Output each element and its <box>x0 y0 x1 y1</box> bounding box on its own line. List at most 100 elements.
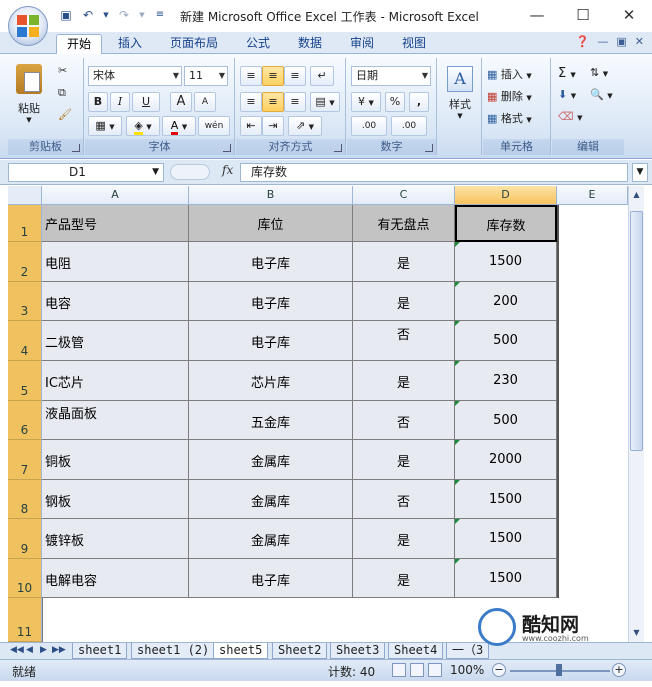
normal-view-icon[interactable] <box>392 663 406 677</box>
cell-b10[interactable]: 电子库 <box>189 559 353 598</box>
ribbon-minimize-icon[interactable]: — <box>597 35 608 48</box>
merge-center-button[interactable]: ▤ ▼ <box>310 92 340 112</box>
tab-insert[interactable]: 插入 <box>108 34 152 54</box>
column-header-e[interactable]: E <box>557 186 628 205</box>
save-icon[interactable]: ▣ <box>58 7 74 23</box>
clear-button[interactable]: ⌫ ▼ <box>558 110 582 123</box>
column-header-c[interactable]: C <box>353 186 455 205</box>
row-header-6[interactable]: 6 <box>8 401 42 440</box>
cell-d2[interactable]: 1500 <box>455 242 557 282</box>
sheet-tab-sheet2[interactable]: Sheet2 <box>272 643 328 659</box>
cell-d3[interactable]: 200 <box>455 282 557 321</box>
zoom-level[interactable]: 100% <box>450 663 484 677</box>
last-sheet-icon[interactable]: ▶▶ <box>52 645 66 655</box>
align-left-button[interactable]: ≡ <box>240 92 262 112</box>
cell-a1[interactable]: 产品型号 <box>42 205 189 242</box>
fill-color-button[interactable]: ◈ ▼ <box>126 116 160 136</box>
cell-d7[interactable]: 2000 <box>455 440 557 480</box>
cell-d8[interactable]: 1500 <box>455 480 557 519</box>
prev-sheet-icon[interactable]: ◀ <box>26 645 33 655</box>
ribbon-restore-icon[interactable]: ▣ <box>616 35 626 48</box>
phonetic-button[interactable]: wén <box>198 116 230 136</box>
cell-d9[interactable]: 1500 <box>455 519 557 559</box>
sheet-tab-sheet1-2[interactable]: sheet1 (2) <box>131 643 216 659</box>
orientation-button[interactable]: ⇗ ▼ <box>288 116 322 136</box>
styles-button[interactable]: A 样式 ▼ <box>442 66 478 120</box>
page-layout-view-icon[interactable] <box>410 663 424 677</box>
cell-b6[interactable]: 五金库 <box>189 401 353 440</box>
undo-icon[interactable]: ↶ <box>80 7 96 23</box>
sheet-tab-sheet3[interactable]: Sheet3 <box>330 643 386 659</box>
select-all-button[interactable] <box>8 186 42 205</box>
cell-d10[interactable]: 1500 <box>455 559 557 598</box>
cell-a8[interactable]: 钢板 <box>42 480 189 519</box>
autosum-button[interactable]: Σ ▼ <box>558 66 576 81</box>
row-header-7[interactable]: 7 <box>8 440 42 480</box>
customize-qat-icon[interactable]: ≡ <box>152 7 168 23</box>
row-header-11[interactable]: 11 <box>8 598 42 642</box>
sheet-tab-sheet4[interactable]: Sheet4 <box>388 643 444 659</box>
row-header-8[interactable]: 8 <box>8 480 42 519</box>
sheet-tab-sheet5[interactable]: sheet5 <box>213 643 269 659</box>
formula-input[interactable]: 库存数 <box>240 163 628 182</box>
cell-d1[interactable]: 库存数 <box>455 205 557 242</box>
zoom-slider-thumb[interactable] <box>556 664 562 676</box>
cell-b4[interactable]: 电子库 <box>189 321 353 361</box>
cell-a6[interactable]: 液晶面板 <box>42 401 189 440</box>
cell-c1[interactable]: 有无盘点 <box>353 205 455 242</box>
cell-b7[interactable]: 金属库 <box>189 440 353 480</box>
cut-icon[interactable]: ✂ <box>58 64 67 77</box>
number-format-select[interactable]: 日期 ▼ <box>351 66 431 86</box>
cell-a4[interactable]: 二极管 <box>42 321 189 361</box>
cell-c2[interactable]: 是 <box>353 242 455 282</box>
cell-b1[interactable]: 库位 <box>189 205 353 242</box>
alignment-launcher-icon[interactable] <box>334 144 342 152</box>
borders-button[interactable]: ▦ ▼ <box>88 116 122 136</box>
redo-icon[interactable]: ↷ <box>116 7 132 23</box>
cell-c5[interactable]: 是 <box>353 361 455 401</box>
align-bottom-button[interactable]: ≡ <box>284 66 306 86</box>
tab-home[interactable]: 开始 <box>56 34 103 54</box>
row-header-5[interactable]: 5 <box>8 361 42 401</box>
help-icon[interactable]: ❓ <box>576 35 590 48</box>
column-header-a[interactable]: A <box>42 186 189 205</box>
cell-b2[interactable]: 电子库 <box>189 242 353 282</box>
cell-c7[interactable]: 是 <box>353 440 455 480</box>
copy-icon[interactable]: ⧉ <box>58 86 66 100</box>
zoom-in-icon[interactable]: + <box>612 663 626 677</box>
cell-c3[interactable]: 是 <box>353 282 455 321</box>
cell-b9[interactable]: 金属库 <box>189 519 353 559</box>
cell-b3[interactable]: 电子库 <box>189 282 353 321</box>
tab-data[interactable]: 数据 <box>288 34 332 54</box>
delete-cells-button[interactable]: ▦ 删除 ▼ <box>487 88 532 104</box>
cell-d5[interactable]: 230 <box>455 361 557 401</box>
align-top-button[interactable]: ≡ <box>240 66 262 86</box>
scroll-up-icon[interactable]: ▲ <box>630 188 643 202</box>
increase-indent-button[interactable]: ⇥ <box>262 116 284 136</box>
align-center-button[interactable]: ≡ <box>262 92 284 112</box>
row-header-3[interactable]: 3 <box>8 282 42 321</box>
bold-button[interactable]: B <box>88 92 108 112</box>
redo-dropdown-icon[interactable]: ▼ <box>138 7 146 23</box>
find-select-button[interactable]: 🔍 ▼ <box>590 88 613 101</box>
clipboard-launcher-icon[interactable] <box>72 144 80 152</box>
font-launcher-icon[interactable] <box>223 144 231 152</box>
vertical-scroll-thumb[interactable] <box>630 211 643 451</box>
undo-dropdown-icon[interactable]: ▼ <box>102 7 110 23</box>
cell-c8[interactable]: 否 <box>353 480 455 519</box>
cell-b8[interactable]: 金属库 <box>189 480 353 519</box>
cell-a10[interactable]: 电解电容 <box>42 559 189 598</box>
cell-c6[interactable]: 否 <box>353 401 455 440</box>
tab-formulas[interactable]: 公式 <box>236 34 280 54</box>
row-header-1[interactable]: 1 <box>8 205 42 242</box>
cell-c10[interactable]: 是 <box>353 559 455 598</box>
name-box[interactable]: D1 ▼ <box>8 163 164 182</box>
vertical-scrollbar[interactable]: ▲ ▼ <box>628 186 644 642</box>
insert-cells-button[interactable]: ▦ 插入 ▼ <box>487 66 532 82</box>
cell-a5[interactable]: IC芯片 <box>42 361 189 401</box>
align-right-button[interactable]: ≡ <box>284 92 306 112</box>
column-e-area[interactable] <box>557 205 628 598</box>
cell-d6[interactable]: 500 <box>455 401 557 440</box>
first-sheet-icon[interactable]: ◀◀ <box>10 645 24 655</box>
format-cells-button[interactable]: ▦ 格式 ▼ <box>487 110 532 126</box>
